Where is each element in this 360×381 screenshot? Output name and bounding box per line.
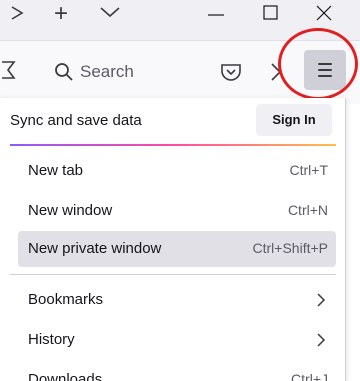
menu-item-new-window[interactable]: New window Ctrl+N [18,193,336,229]
menu-item-shortcut: Ctrl+Shift+P [252,240,328,256]
hamburger-menu-icon [318,63,332,65]
menu-item-bookmarks[interactable]: Bookmarks [18,282,336,318]
menu-item-label: Downloads [28,371,103,381]
new-tab-button[interactable]: + [54,0,68,28]
chevron-down-icon[interactable] [98,4,122,20]
menu-item-history[interactable]: History [18,322,336,358]
search-icon [55,63,73,81]
bookmark-star-icon[interactable] [0,58,22,84]
menu-item-label: New private window [28,240,162,257]
menu-item-downloads[interactable]: Downloads Ctrl+J [18,362,336,381]
search-placeholder: Search [80,62,134,81]
minimize-icon[interactable] [196,0,236,30]
chevron-right-icon [317,293,326,307]
menu-item-label: History [28,331,75,348]
open-application-menu-button[interactable] [304,50,346,90]
menu-item-shortcut: Ctrl+T [289,162,329,178]
chevron-right-icon[interactable] [10,6,24,20]
menu-item-new-tab[interactable]: New tab Ctrl+T [18,153,336,189]
menu-item-shortcut: Ctrl+N [287,202,328,218]
close-icon[interactable] [305,0,345,30]
chevron-right-icon [317,333,326,347]
chevron-right-double-icon[interactable] [268,60,288,84]
menu-item-label: New window [28,202,113,219]
menu-item-label: Bookmarks [28,291,104,308]
sign-in-button[interactable]: Sign In [256,104,332,136]
menu-item-shortcut: Ctrl+J [291,371,328,381]
maximize-icon[interactable] [252,0,292,30]
menu-item-label: New tab [28,162,84,179]
sync-label: Sync and save data [10,112,142,129]
accent-divider [10,144,336,146]
pocket-icon[interactable] [220,62,242,82]
menu-separator [10,274,336,275]
menu-item-new-private-window[interactable]: New private window Ctrl+Shift+P [18,231,336,267]
